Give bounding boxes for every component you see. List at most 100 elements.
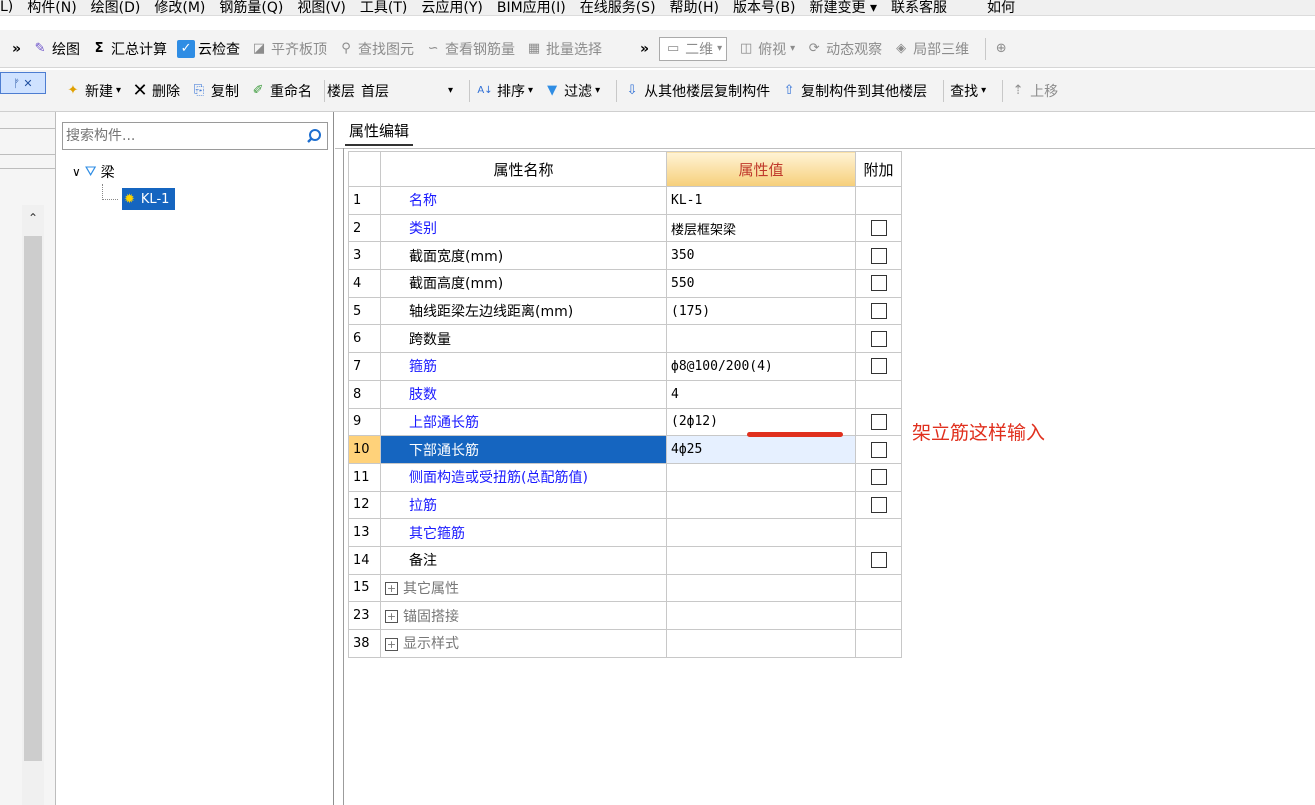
menu-item[interactable]: 工具(T)	[360, 0, 407, 15]
property-value[interactable]: 4ф25	[666, 435, 856, 464]
table-row[interactable]: 1 名称 KL-1	[348, 186, 902, 215]
draw-button[interactable]: ✎ 绘图	[31, 39, 80, 59]
property-value[interactable]: 4	[666, 379, 856, 409]
table-row[interactable]: 10 下部通长筋 4ф25	[348, 435, 902, 464]
menu-item[interactable]: 新建变更 ▾	[810, 0, 877, 15]
table-row[interactable]: 14 备注	[348, 545, 902, 575]
menu-item[interactable]: L)	[0, 0, 13, 15]
table-row[interactable]: 3 截面宽度(mm) 350	[348, 241, 902, 271]
property-value[interactable]	[666, 462, 856, 492]
menu-item[interactable]: 绘图(D)	[91, 0, 141, 15]
top-view-button[interactable]: ◫ 俯视 ▾	[737, 39, 795, 59]
property-name: 其它箍筋	[380, 518, 667, 547]
toolbar-overflow-button[interactable]: »	[12, 41, 21, 57]
pin-close-controls[interactable]: ᚠ ✕	[0, 72, 46, 94]
scroll-up-icon[interactable]: ⌃	[22, 208, 44, 228]
copy-button[interactable]: ⎘ 复制	[190, 81, 239, 101]
calc-button[interactable]: Σ 汇总计算	[90, 39, 167, 59]
find-element-button[interactable]: ⚲ 查找图元	[337, 39, 414, 59]
table-row[interactable]: 7 箍筋 ф8@100/200(4)	[348, 352, 902, 381]
find-button[interactable]: 查找 ▾	[950, 81, 986, 101]
view-rebar-button[interactable]: ∽ 查看钢筋量	[424, 39, 515, 59]
group-row[interactable]: 15 + 其它属性	[348, 573, 902, 603]
flat-top-button[interactable]: ◪ 平齐板顶	[250, 39, 327, 59]
tab-property-edit[interactable]: 属性编辑	[345, 116, 414, 146]
property-name: 截面宽度(mm)	[380, 241, 667, 271]
delete-button[interactable]: ✕ 删除	[131, 80, 180, 101]
property-value[interactable]	[666, 518, 856, 547]
extra-checkbox[interactable]	[870, 247, 887, 264]
new-button[interactable]: ✦ 新建 ▾	[64, 81, 121, 101]
funnel-icon: ▼	[547, 83, 558, 98]
menu-item[interactable]: 钢筋量(Q)	[219, 0, 283, 15]
property-value[interactable]: KL-1	[666, 186, 856, 215]
batch-select-button[interactable]: ▦ 批量选择	[525, 39, 602, 59]
property-value[interactable]: 350	[666, 241, 856, 271]
menu-item[interactable]: 版本号(B)	[733, 0, 796, 15]
extra-checkbox[interactable]	[870, 469, 887, 486]
table-row[interactable]: 8 肢数 4	[348, 379, 902, 409]
menu-item[interactable]: 构件(N)	[27, 0, 76, 15]
menu-item[interactable]: 如何	[987, 0, 1015, 15]
extra-checkbox[interactable]	[870, 496, 887, 513]
move-up-button[interactable]: ⇡ 上移	[1009, 81, 1058, 101]
menu-item[interactable]: 视图(V)	[297, 0, 346, 15]
dynamic-view-button[interactable]: ⟳ 动态观察	[805, 39, 882, 59]
property-value[interactable]	[666, 545, 856, 575]
table-row[interactable]: 12 拉筋	[348, 490, 902, 520]
property-value[interactable]: ф8@100/200(4)	[666, 352, 856, 381]
separator	[943, 79, 945, 102]
extra-checkbox[interactable]	[870, 358, 887, 375]
property-value[interactable]	[666, 324, 856, 354]
copy-from-floor-button[interactable]: ⇩ 从其他楼层复制构件	[623, 81, 770, 101]
expand-plus-icon[interactable]: +	[385, 637, 398, 651]
row-index: 38	[348, 629, 381, 658]
table-row[interactable]: 4 截面高度(mm) 550	[348, 269, 902, 298]
expand-plus-icon[interactable]: +	[385, 582, 398, 596]
toolbar-overflow-button-2[interactable]: »	[640, 41, 649, 57]
scrollbar-thumb[interactable]	[24, 236, 42, 761]
filter-button[interactable]: ▼ 过滤 ▾	[543, 81, 600, 101]
table-row[interactable]: 6 跨数量	[348, 324, 902, 354]
menu-item[interactable]: 在线服务(S)	[580, 0, 656, 15]
calc-label: 汇总计算	[111, 41, 168, 58]
extra-checkbox[interactable]	[870, 303, 887, 320]
search-input[interactable]	[63, 124, 293, 148]
property-value[interactable]	[666, 490, 856, 520]
group-name: 锚固搭接	[403, 608, 459, 625]
menu-item[interactable]: 帮助(H)	[670, 0, 719, 15]
sort-button[interactable]: A↓ 排序 ▾	[476, 81, 533, 101]
copy-to-floor-button[interactable]: ⇧ 复制构件到其他楼层	[780, 81, 927, 101]
property-value[interactable]: (175)	[666, 296, 856, 326]
extra-checkbox[interactable]	[870, 275, 887, 292]
expand-plus-icon[interactable]: +	[385, 610, 398, 624]
chevron-down-icon[interactable]: ∨	[72, 165, 81, 179]
menu-item[interactable]: 修改(M)	[154, 0, 205, 15]
view-2d-dropdown[interactable]: ▭ 二维 ▾	[659, 36, 728, 61]
local-3d-button[interactable]: ◈ 局部三维	[892, 39, 969, 59]
extra-checkbox[interactable]	[870, 552, 887, 569]
extra-cell	[855, 407, 902, 437]
table-row[interactable]: 2 类别 楼层框架梁	[348, 213, 902, 243]
rename-button[interactable]: ✐ 重命名	[249, 81, 312, 101]
cloud-check-button[interactable]: ✓ 云检查	[177, 39, 240, 59]
extra-checkbox[interactable]	[870, 413, 887, 430]
zoom-button[interactable]: ⊕	[992, 40, 1013, 58]
group-row[interactable]: 38 + 显示样式	[348, 629, 902, 658]
menu-item[interactable]: 云应用(Y)	[421, 0, 482, 15]
floor-select[interactable]: 首层 ▾	[361, 81, 453, 101]
extra-checkbox[interactable]	[870, 441, 887, 458]
tree-node-kl1[interactable]: ✹ KL-1	[122, 188, 176, 210]
table-row[interactable]: 13 其它箍筋	[348, 518, 902, 547]
menu-item[interactable]: 联系客服	[891, 0, 947, 15]
table-row[interactable]: 5 轴线距梁左边线距离(mm) (175)	[348, 296, 902, 326]
menu-item[interactable]: BIM应用(I)	[497, 0, 566, 15]
table-row[interactable]: 11 侧面构造或受扭筋(总配筋值)	[348, 462, 902, 492]
search-icon[interactable]	[303, 125, 325, 147]
tree-node-beam[interactable]: ∨ ⛛ 梁	[72, 162, 115, 182]
extra-checkbox[interactable]	[870, 330, 887, 347]
extra-checkbox[interactable]	[870, 220, 887, 237]
group-row[interactable]: 23 + 锚固搭接	[348, 601, 902, 630]
property-value[interactable]: 550	[666, 269, 856, 298]
property-value[interactable]: 楼层框架梁	[666, 213, 856, 243]
